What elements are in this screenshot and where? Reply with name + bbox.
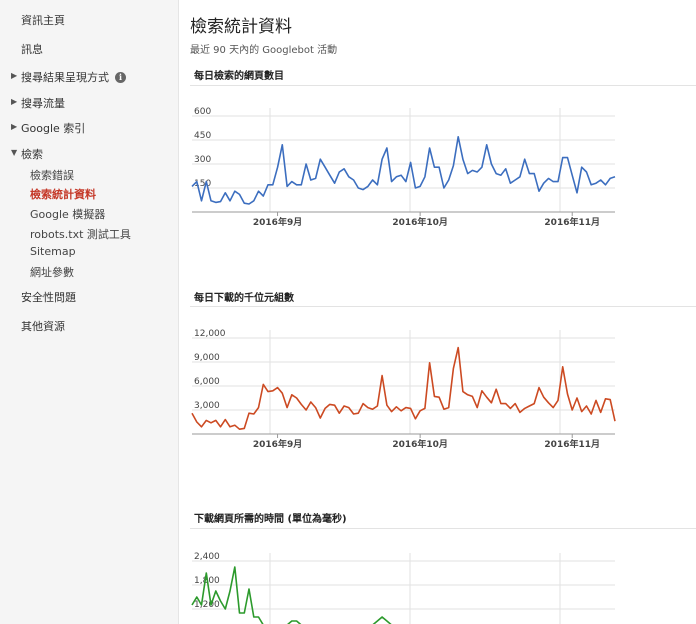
y-tick-label: 300 (194, 155, 211, 165)
info-icon[interactable]: i (115, 72, 126, 83)
x-tick-label: 2016年11月 (544, 438, 600, 450)
series-line (191, 135, 616, 205)
page-title: 檢索統計資料 (190, 17, 292, 37)
series-line (191, 346, 616, 430)
y-tick-label: 1,200 (194, 600, 220, 610)
x-tick-label: 2016年10月 (392, 438, 448, 450)
expand-arrow-icon[interactable]: ▶ (11, 122, 17, 131)
page-subtitle: 最近 90 天內的 Googlebot 活動 (190, 45, 338, 56)
chart-title-kilobytes-downloaded: 每日下載的千位元組數 (194, 293, 294, 304)
sidebar-item-url-parameters[interactable]: 網址參數 (30, 264, 74, 280)
collapse-arrow-icon[interactable]: ▼ (11, 148, 17, 157)
pages-crawled-chart: 6004503001502016年9月 2016年10月 2016年11月 (191, 107, 616, 228)
x-tick-label: 2016年9月 (253, 216, 302, 228)
expand-arrow-icon[interactable]: ▶ (11, 97, 17, 106)
sidebar-item-search-traffic[interactable]: 搜尋流量 (21, 95, 65, 111)
y-tick-label: 12,000 (194, 329, 226, 339)
download-time-chart: 2,4001,8001,200 (191, 552, 615, 624)
main-content: 檢索統計資料 最近 90 天內的 Googlebot 活動 每日檢索的網頁數目 … (178, 0, 696, 624)
sidebar-item-security-issues[interactable]: 安全性問題 (21, 289, 76, 305)
y-tick-label: 450 (194, 131, 211, 141)
sidebar-item-crawl[interactable]: 檢索 (21, 146, 43, 162)
y-tick-label: 6,000 (194, 377, 220, 387)
sidebar-item-label: 搜尋結果呈現方式 (21, 71, 109, 84)
y-tick-label: 600 (194, 107, 211, 117)
section-divider (190, 528, 696, 529)
section-divider (190, 306, 696, 307)
x-tick-label: 2016年11月 (544, 216, 600, 228)
sidebar-item-crawl-errors[interactable]: 檢索錯誤 (30, 167, 74, 183)
sidebar-item-search-appearance[interactable]: 搜尋結果呈現方式 i (21, 69, 126, 85)
series-line (191, 566, 392, 624)
sidebar-item-crawl-stats[interactable]: 檢索統計資料 (30, 186, 96, 202)
sidebar-item-messages[interactable]: 訊息 (21, 41, 43, 57)
kilobytes-downloaded-chart: 12,000 9,000 6,000 3,000 2016年9月 2016年10月 2016… (191, 329, 616, 450)
expand-arrow-icon[interactable]: ▶ (11, 71, 17, 80)
y-tick-label: 2,400 (194, 552, 220, 562)
chart-title-pages-crawled: 每日檢索的網頁數目 (194, 71, 284, 82)
sidebar-item-sitemap[interactable]: Sitemap (30, 245, 76, 258)
sidebar-item-google-index[interactable]: Google 索引 (21, 120, 85, 136)
y-tick-label: 3,000 (194, 401, 220, 411)
y-tick-label: 9,000 (194, 353, 220, 363)
x-tick-label: 2016年10月 (392, 216, 448, 228)
section-divider (190, 85, 696, 86)
sidebar-item-robots-tester[interactable]: robots.txt 測試工具 (30, 226, 131, 242)
sidebar-item-fetch-as-google[interactable]: Google 模擬器 (30, 206, 105, 222)
x-tick-label: 2016年9月 (253, 438, 302, 450)
sidebar-item-other-resources[interactable]: 其他資源 (21, 318, 65, 334)
chart-title-download-time: 下載網頁所需的時間 (單位為毫秒) (194, 514, 347, 525)
sidebar-item-dashboard[interactable]: 資訊主頁 (21, 12, 65, 28)
sidebar-nav: 資訊主頁 訊息 ▶ 搜尋結果呈現方式 i ▶ 搜尋流量 ▶ Google 索引 ▼… (0, 0, 179, 624)
